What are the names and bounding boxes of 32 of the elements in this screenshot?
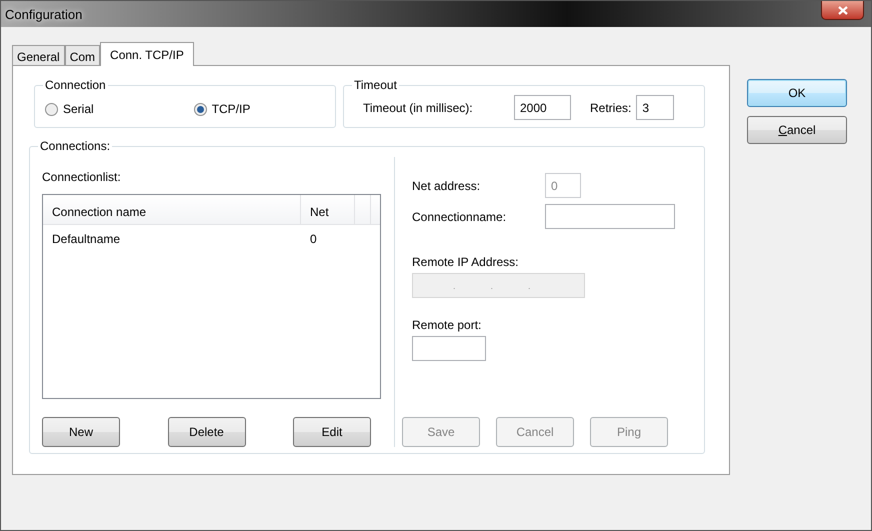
timeout-field[interactable]: 2000 [514, 95, 571, 120]
action-button[interactable]: Delete [168, 417, 246, 447]
group-title: Timeout [352, 78, 399, 92]
remote-port-field[interactable] [412, 336, 486, 361]
radio-label: Serial [63, 101, 94, 118]
list-label: Connectionlist: [42, 169, 122, 186]
ok-button[interactable]: OK [747, 79, 847, 107]
field-label: Remote port: [412, 317, 482, 334]
column-header[interactable]: Net [301, 195, 355, 224]
list-row[interactable]: Defaultname 0 [43, 225, 380, 251]
window-title: Configuration [5, 6, 82, 24]
radio-button[interactable] [45, 102, 58, 116]
field-label: Connectionname: [412, 208, 508, 226]
close-button[interactable] [821, 1, 864, 20]
field-label: Retries: [590, 100, 632, 116]
radio-label: TCP/IP [212, 101, 250, 118]
group-title: Connections: [38, 139, 112, 153]
field-label: Timeout (in millisec): [363, 100, 474, 116]
action-button[interactable]: New [42, 417, 120, 447]
tab[interactable]: Com [64, 45, 100, 65]
close-icon [838, 6, 848, 14]
retries-field[interactable]: 3 [636, 95, 674, 120]
field-label: Remote IP Address: [412, 254, 520, 271]
action-button[interactable]: Edit [293, 417, 371, 447]
field-label: Net address: [412, 178, 482, 194]
cancel-button[interactable]: Cancel [747, 116, 847, 144]
tab[interactable]: General [12, 45, 65, 65]
column-header[interactable]: Connection name [43, 195, 301, 224]
tab[interactable]: Conn. TCP/IP [100, 42, 194, 66]
connection-name-field[interactable] [545, 204, 675, 229]
group-title: Connection [43, 78, 108, 92]
radio-button[interactable] [194, 102, 207, 116]
